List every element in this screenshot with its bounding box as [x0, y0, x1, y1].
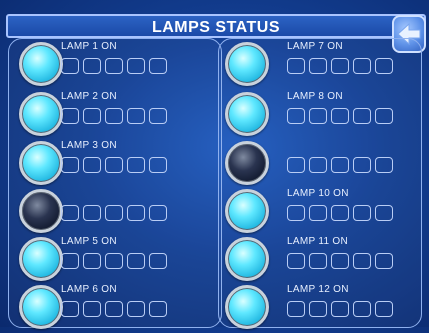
lamp-8-label: LAMP 8 ON — [287, 91, 343, 102]
lamp-1-slot-5[interactable] — [149, 58, 167, 74]
lamp-12-slot-4[interactable] — [353, 301, 371, 317]
lamp-11-indicator-icon[interactable] — [225, 237, 269, 281]
lamp-10-label: LAMP 10 ON — [287, 188, 349, 199]
lamp-4-slot-3[interactable] — [105, 205, 123, 221]
lamp-2-slot-2[interactable] — [83, 108, 101, 124]
lamp-6-slot-4[interactable] — [127, 301, 145, 317]
lamp-12-label: LAMP 12 ON — [287, 284, 349, 295]
lamp-10-slot-2[interactable] — [309, 205, 327, 221]
lamp-11-slot-3[interactable] — [331, 253, 349, 269]
lamp-2-slot-1[interactable] — [61, 108, 79, 124]
lamp-8-indicator-icon[interactable] — [225, 92, 269, 136]
lamp-3-slot-4[interactable] — [127, 157, 145, 173]
lamp-3-slot-5[interactable] — [149, 157, 167, 173]
lamp-9-slot-3[interactable] — [331, 157, 349, 173]
lamp-10-slot-1[interactable] — [287, 205, 305, 221]
lamp-4-slot-2[interactable] — [83, 205, 101, 221]
page-title: LAMPS STATUS — [6, 14, 426, 38]
lamp-2-slot-3[interactable] — [105, 108, 123, 124]
lamp-10-slot-4[interactable] — [353, 205, 371, 221]
lamp-12-slot-2[interactable] — [309, 301, 327, 317]
lamp-11-label: LAMP 11 ON — [287, 236, 348, 247]
lamp-11-slot-5[interactable] — [375, 253, 393, 269]
lamp-2-indicator-icon[interactable] — [19, 92, 63, 136]
lamp-7-slot-2[interactable] — [309, 58, 327, 74]
lamp-3-label: LAMP 3 ON — [61, 140, 117, 151]
lamp-2-slot-4[interactable] — [127, 108, 145, 124]
lamp-3-slot-1[interactable] — [61, 157, 79, 173]
lamp-6-label: LAMP 6 ON — [61, 284, 117, 295]
lamp-5-slot-1[interactable] — [61, 253, 79, 269]
lamp-7-label: LAMP 7 ON — [287, 41, 343, 52]
lamp-3-slot-3[interactable] — [105, 157, 123, 173]
lamp-4-indicator-icon[interactable] — [19, 189, 63, 233]
lamp-12-slot-3[interactable] — [331, 301, 349, 317]
lamp-2-slot-5[interactable] — [149, 108, 167, 124]
lamp-7-slot-3[interactable] — [331, 58, 349, 74]
lamp-5-label: LAMP 5 ON — [61, 236, 117, 247]
lamp-4-slot-5[interactable] — [149, 205, 167, 221]
lamp-11-slot-2[interactable] — [309, 253, 327, 269]
lamp-5-slot-5[interactable] — [149, 253, 167, 269]
lamp-1-slot-4[interactable] — [127, 58, 145, 74]
lamp-7-indicator-icon[interactable] — [225, 42, 269, 86]
lamp-6-slot-3[interactable] — [105, 301, 123, 317]
lamp-3-slot-2[interactable] — [83, 157, 101, 173]
lamp-4-slot-1[interactable] — [61, 205, 79, 221]
lamp-6-slot-5[interactable] — [149, 301, 167, 317]
lamp-3-indicator-icon[interactable] — [19, 141, 63, 185]
lamp-9-indicator-icon[interactable] — [225, 141, 269, 185]
lamp-11-slot-4[interactable] — [353, 253, 371, 269]
lamp-1-slot-3[interactable] — [105, 58, 123, 74]
lamp-7-slot-4[interactable] — [353, 58, 371, 74]
lamp-6-slot-1[interactable] — [61, 301, 79, 317]
lamp-8-slot-5[interactable] — [375, 108, 393, 124]
lamp-8-slot-4[interactable] — [353, 108, 371, 124]
lamp-1-slot-1[interactable] — [61, 58, 79, 74]
lamp-1-indicator-icon[interactable] — [19, 42, 63, 86]
lamp-5-slot-3[interactable] — [105, 253, 123, 269]
lamp-7-slot-5[interactable] — [375, 58, 393, 74]
lamp-6-indicator-icon[interactable] — [19, 285, 63, 329]
lamp-8-slot-1[interactable] — [287, 108, 305, 124]
lamp-10-slot-3[interactable] — [331, 205, 349, 221]
lamp-9-slot-5[interactable] — [375, 157, 393, 173]
lamp-11-slot-1[interactable] — [287, 253, 305, 269]
lamp-12-indicator-icon[interactable] — [225, 285, 269, 329]
lamp-12-slot-1[interactable] — [287, 301, 305, 317]
lamp-8-slot-2[interactable] — [309, 108, 327, 124]
lamp-2-label: LAMP 2 ON — [61, 91, 117, 102]
lamp-10-indicator-icon[interactable] — [225, 189, 269, 233]
lamp-7-slot-1[interactable] — [287, 58, 305, 74]
lamp-1-label: LAMP 1 ON — [61, 41, 117, 52]
lamp-5-slot-4[interactable] — [127, 253, 145, 269]
lamp-12-slot-5[interactable] — [375, 301, 393, 317]
lamp-9-slot-4[interactable] — [353, 157, 371, 173]
lamp-9-slot-2[interactable] — [309, 157, 327, 173]
lamp-5-indicator-icon[interactable] — [19, 237, 63, 281]
lamp-5-slot-2[interactable] — [83, 253, 101, 269]
lamp-4-slot-4[interactable] — [127, 205, 145, 221]
lamp-9-slot-1[interactable] — [287, 157, 305, 173]
lamp-1-slot-2[interactable] — [83, 58, 101, 74]
lamp-10-slot-5[interactable] — [375, 205, 393, 221]
lamp-8-slot-3[interactable] — [331, 108, 349, 124]
lamp-6-slot-2[interactable] — [83, 301, 101, 317]
